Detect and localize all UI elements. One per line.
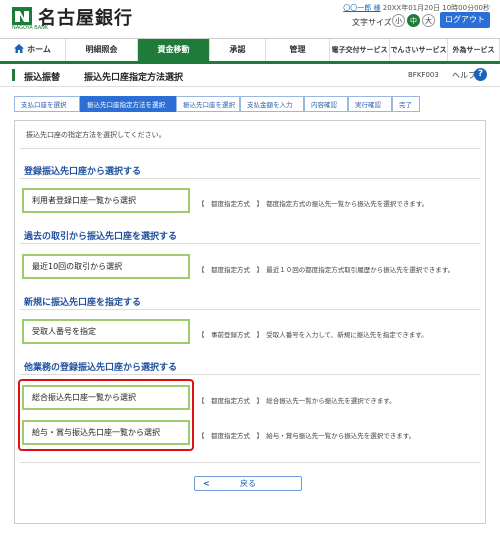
user-name[interactable]: 〇〇一郎 様 [343, 4, 380, 12]
font-medium-button[interactable]: 中 [407, 14, 420, 27]
option-general-transfer-list[interactable]: 総合振込先口座一覧から選択 [22, 385, 190, 410]
screen-code: BFKF003 [408, 71, 439, 79]
nav-transfer[interactable]: 資金移動 [138, 39, 210, 61]
option-desc: 【 都度指定方式 】 都度指定方式の振込先一覧から振込先を選択できます。 [198, 200, 429, 208]
option-desc: 【 都度指定方式 】 給与・賞与振込先一覧から振込先を選択できます。 [198, 432, 416, 440]
bank-sub: NAGOYA BANK [12, 25, 49, 31]
page-title: 振込先口座指定方法選択 [84, 73, 184, 83]
logout-button[interactable]: ログアウト [440, 12, 490, 28]
chevron-left-icon: < [203, 479, 210, 488]
step-5: 内容確認 [304, 96, 348, 112]
section-title-new: 新規に振込先口座を指定する [24, 298, 142, 308]
nav-statements[interactable]: 明細照会 [66, 39, 138, 61]
nav-home-label: ホーム [27, 45, 51, 54]
step-2: 振込先口座指定方法を選択 [80, 96, 176, 112]
option-recipient-number[interactable]: 受取人番号を指定 [22, 319, 190, 344]
nav-home[interactable]: ホーム [0, 39, 66, 61]
option-desc: 【 都度指定方式 】 最近１０回の都度指定方式取引履歴から振込先を選択できます。 [198, 266, 455, 274]
nav-management[interactable]: 管理 [266, 39, 330, 61]
option-recent-10[interactable]: 最近10回の取引から選択 [22, 254, 190, 279]
datetime: 20XX年01月20日 10時00分00秒 [382, 4, 490, 12]
font-size-label: 文字サイズ [352, 18, 392, 27]
help-icon[interactable]: ? [474, 68, 487, 81]
section-title-registered: 登録振込先口座から選択する [24, 167, 142, 177]
nav-densai[interactable]: でんさいサービス [390, 39, 448, 61]
divider [20, 374, 480, 375]
step-1: 支払口座を選択 [14, 96, 80, 112]
font-small-button[interactable]: 小 [392, 14, 405, 27]
step-4: 支払金額を入力 [240, 96, 304, 112]
option-salary-bonus-list[interactable]: 給与・賞与振込先口座一覧から選択 [22, 420, 190, 445]
nav-approval[interactable]: 承認 [210, 39, 266, 61]
bank-logo-icon [12, 7, 32, 25]
page-title-bar: 振込振替 振込先口座指定方法選択 BFKF003 ヘルプ ? [0, 64, 500, 87]
step-3: 振込先口座を選択 [176, 96, 240, 112]
instruction-text: 振込先口座の指定方法を選択してください。 [26, 131, 166, 139]
divider [20, 309, 480, 310]
bank-name: 名古屋銀行 [38, 8, 133, 29]
help-label[interactable]: ヘルプ [452, 70, 476, 81]
divider [20, 148, 480, 149]
section-title-past: 過去の取引から振込先口座を選択する [24, 232, 178, 242]
title-accent [12, 69, 15, 81]
back-label: 戻る [240, 479, 256, 488]
header: 名古屋銀行 NAGOYA BANK 〇〇一郎 様 20XX年01月20日 10時… [0, 0, 500, 36]
page-category: 振込振替 [24, 73, 61, 83]
step-6: 実行確認 [348, 96, 392, 112]
divider [20, 243, 480, 244]
option-desc: 【 事前登録方式 】 受取人番号を入力して、新規に振込先を指定できます。 [198, 331, 428, 339]
divider [20, 178, 480, 179]
section-title-other: 他業務の登録振込先口座から選択する [24, 363, 178, 373]
option-desc: 【 都度指定方式 】 総合振込先一覧から振込先を選択できます。 [198, 397, 396, 405]
global-nav: ホーム 明細照会 資金移動 承認 管理 電子交付サービス でんさいサービス 外為… [0, 38, 500, 64]
back-button[interactable]: < 戻る [194, 476, 302, 491]
nav-forex[interactable]: 外為サービス [448, 39, 500, 61]
nav-electronic-delivery[interactable]: 電子交付サービス [330, 39, 390, 61]
home-icon [14, 44, 25, 53]
font-large-button[interactable]: 大 [422, 14, 435, 27]
divider [20, 462, 480, 463]
option-user-registered-list[interactable]: 利用者登録口座一覧から選択 [22, 188, 190, 213]
step-7: 完了 [392, 96, 420, 112]
